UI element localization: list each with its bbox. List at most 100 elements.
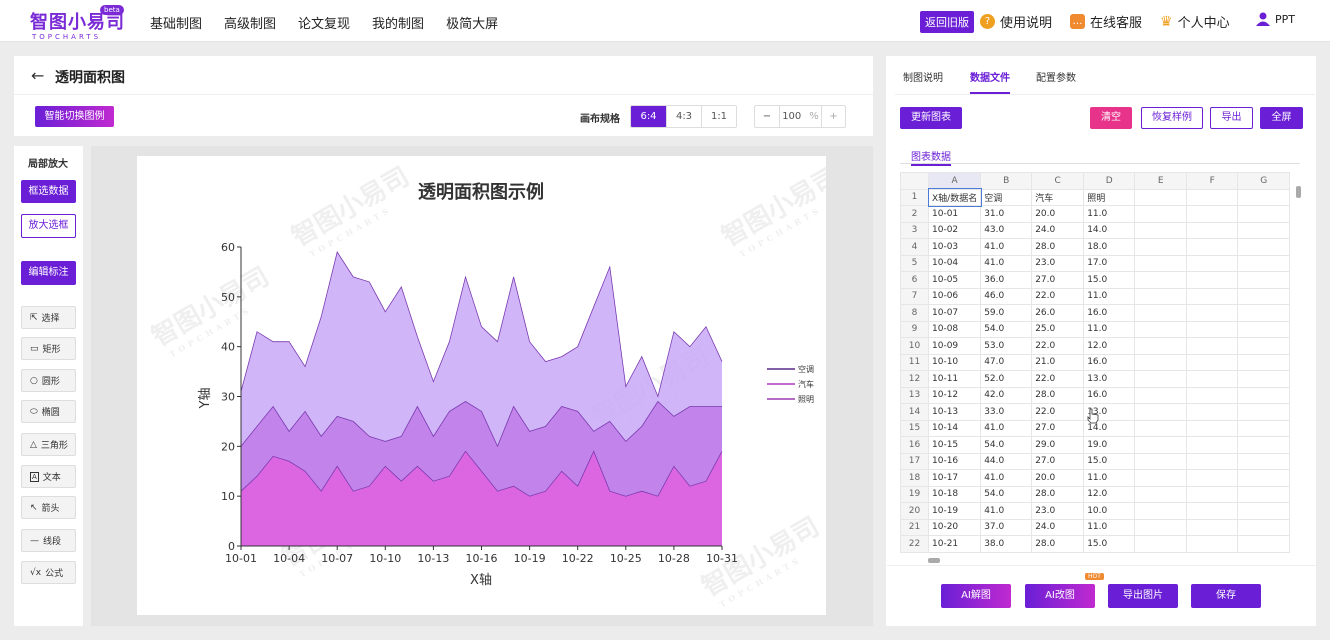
table-cell[interactable]: 16.0: [1083, 304, 1136, 322]
table-cell[interactable]: 10-03: [927, 238, 982, 256]
row-number[interactable]: 17: [900, 452, 929, 470]
table-cell[interactable]: 23.0: [1031, 502, 1085, 520]
table-cell[interactable]: 20.0: [1031, 205, 1085, 223]
col-header[interactable]: A: [927, 172, 982, 190]
table-cell[interactable]: 15.0: [1083, 271, 1136, 289]
table-cell[interactable]: [1134, 403, 1188, 421]
table-cell[interactable]: 53.0: [980, 337, 1033, 355]
table-cell[interactable]: [1134, 287, 1188, 305]
table-cell[interactable]: 10-05: [927, 271, 982, 289]
table-cell[interactable]: 10-07: [927, 304, 982, 322]
legend-label[interactable]: 空调: [798, 364, 814, 374]
table-cell[interactable]: 10-04: [927, 254, 982, 272]
nav-my-charts[interactable]: 我的制图: [372, 13, 424, 32]
table-cell[interactable]: [1237, 419, 1291, 437]
table-cell[interactable]: [1134, 337, 1188, 355]
help-link[interactable]: ? 使用说明: [980, 12, 1052, 31]
table-cell[interactable]: 28.0: [1031, 485, 1085, 503]
table-cell[interactable]: [1134, 238, 1188, 256]
row-number[interactable]: 13: [900, 386, 929, 404]
table-cell[interactable]: [1237, 518, 1291, 536]
table-cell[interactable]: [1134, 205, 1188, 223]
col-header[interactable]: B: [980, 172, 1033, 190]
row-number[interactable]: 14: [900, 403, 929, 421]
table-cell[interactable]: 42.0: [980, 386, 1033, 404]
table-cell[interactable]: 10-01: [927, 205, 982, 223]
table-cell[interactable]: [1186, 304, 1239, 322]
table-cell[interactable]: 14.0: [1083, 221, 1136, 239]
tool-text[interactable]: A 文本: [21, 465, 76, 488]
ai-interpret-button[interactable]: AI解图: [941, 584, 1011, 608]
table-cell[interactable]: 10-02: [927, 221, 982, 239]
table-cell[interactable]: [1237, 304, 1291, 322]
table-cell[interactable]: 26.0: [1031, 304, 1085, 322]
table-cell[interactable]: 54.0: [980, 436, 1033, 454]
zoom-box-button[interactable]: 放大选框: [21, 214, 76, 238]
back-to-old-version-button[interactable]: 返回旧版: [920, 11, 974, 33]
table-cell[interactable]: [1186, 436, 1239, 454]
table-cell[interactable]: 22.0: [1031, 370, 1085, 388]
table-cell[interactable]: 24.0: [1031, 221, 1085, 239]
row-number[interactable]: 2: [900, 205, 929, 223]
row-number[interactable]: 22: [900, 535, 929, 553]
data-table[interactable]: A B C D E F G 1 X轴/数据名 空调 汽车 照明 2 10-01 31.0 20.…: [900, 172, 1291, 553]
table-cell[interactable]: [1134, 188, 1188, 206]
table-cell[interactable]: 41.0: [980, 254, 1033, 272]
select-data-button[interactable]: 框选数据: [21, 180, 76, 203]
table-cell[interactable]: [1186, 419, 1239, 437]
row-number[interactable]: 4: [900, 238, 929, 256]
table-cell[interactable]: 27.0: [1031, 452, 1085, 470]
table-cell[interactable]: [1237, 436, 1291, 454]
table-cell[interactable]: [1237, 337, 1291, 355]
restore-sample-button[interactable]: 恢复样例: [1141, 107, 1203, 129]
table-cell[interactable]: 汽车: [1031, 188, 1085, 206]
table-cell[interactable]: 10-14: [927, 419, 982, 437]
tab-chart-instructions[interactable]: 制图说明: [903, 69, 943, 84]
table-cell[interactable]: 10-06: [927, 287, 982, 305]
back-arrow-icon[interactable]: ←: [31, 66, 44, 85]
save-button[interactable]: 保存: [1191, 584, 1261, 608]
row-number[interactable]: 1: [900, 188, 929, 206]
table-cell[interactable]: 31.0: [980, 205, 1033, 223]
table-cell[interactable]: [1237, 502, 1291, 520]
table-cell[interactable]: 17.0: [1083, 254, 1136, 272]
col-header[interactable]: D: [1083, 172, 1136, 190]
nav-advanced-chart[interactable]: 高级制图: [224, 13, 276, 32]
table-cell[interactable]: [1134, 320, 1188, 338]
table-cell[interactable]: [1237, 535, 1291, 553]
row-number[interactable]: 19: [900, 485, 929, 503]
ratio-6-4[interactable]: 6:4: [631, 106, 666, 127]
table-cell[interactable]: [1134, 469, 1188, 487]
table-cell[interactable]: [1237, 205, 1291, 223]
table-cell[interactable]: [1134, 518, 1188, 536]
table-cell[interactable]: [1134, 485, 1188, 503]
zoom-value[interactable]: 100: [782, 106, 801, 127]
col-header[interactable]: C: [1031, 172, 1085, 190]
table-cell[interactable]: [1134, 436, 1188, 454]
table-cell[interactable]: 21.0: [1031, 353, 1085, 371]
table-cell[interactable]: 10-19: [927, 502, 982, 520]
table-cell[interactable]: 19.0: [1083, 436, 1136, 454]
table-cell[interactable]: [1237, 188, 1291, 206]
table-cell[interactable]: 11.0: [1083, 205, 1136, 223]
table-cell[interactable]: 36.0: [980, 271, 1033, 289]
table-cell[interactable]: [1186, 370, 1239, 388]
row-number[interactable]: 12: [900, 370, 929, 388]
row-number[interactable]: 9: [900, 320, 929, 338]
table-cell[interactable]: [1134, 452, 1188, 470]
col-header[interactable]: F: [1186, 172, 1239, 190]
table-cell[interactable]: 46.0: [980, 287, 1033, 305]
tool-formula[interactable]: √x 公式: [21, 561, 76, 584]
table-cell[interactable]: [1134, 386, 1188, 404]
table-cell[interactable]: [1186, 535, 1239, 553]
table-cell[interactable]: 10.0: [1083, 502, 1136, 520]
row-number[interactable]: 20: [900, 502, 929, 520]
table-cell[interactable]: 41.0: [980, 419, 1033, 437]
table-cell[interactable]: [1134, 254, 1188, 272]
tab-data-file[interactable]: 数据文件: [970, 69, 1010, 94]
table-cell[interactable]: 47.0: [980, 353, 1033, 371]
table-cell[interactable]: [1186, 205, 1239, 223]
personal-center-link[interactable]: ♛ 个人中心: [1160, 12, 1230, 32]
table-cell[interactable]: 33.0: [980, 403, 1033, 421]
row-number[interactable]: 10: [900, 337, 929, 355]
